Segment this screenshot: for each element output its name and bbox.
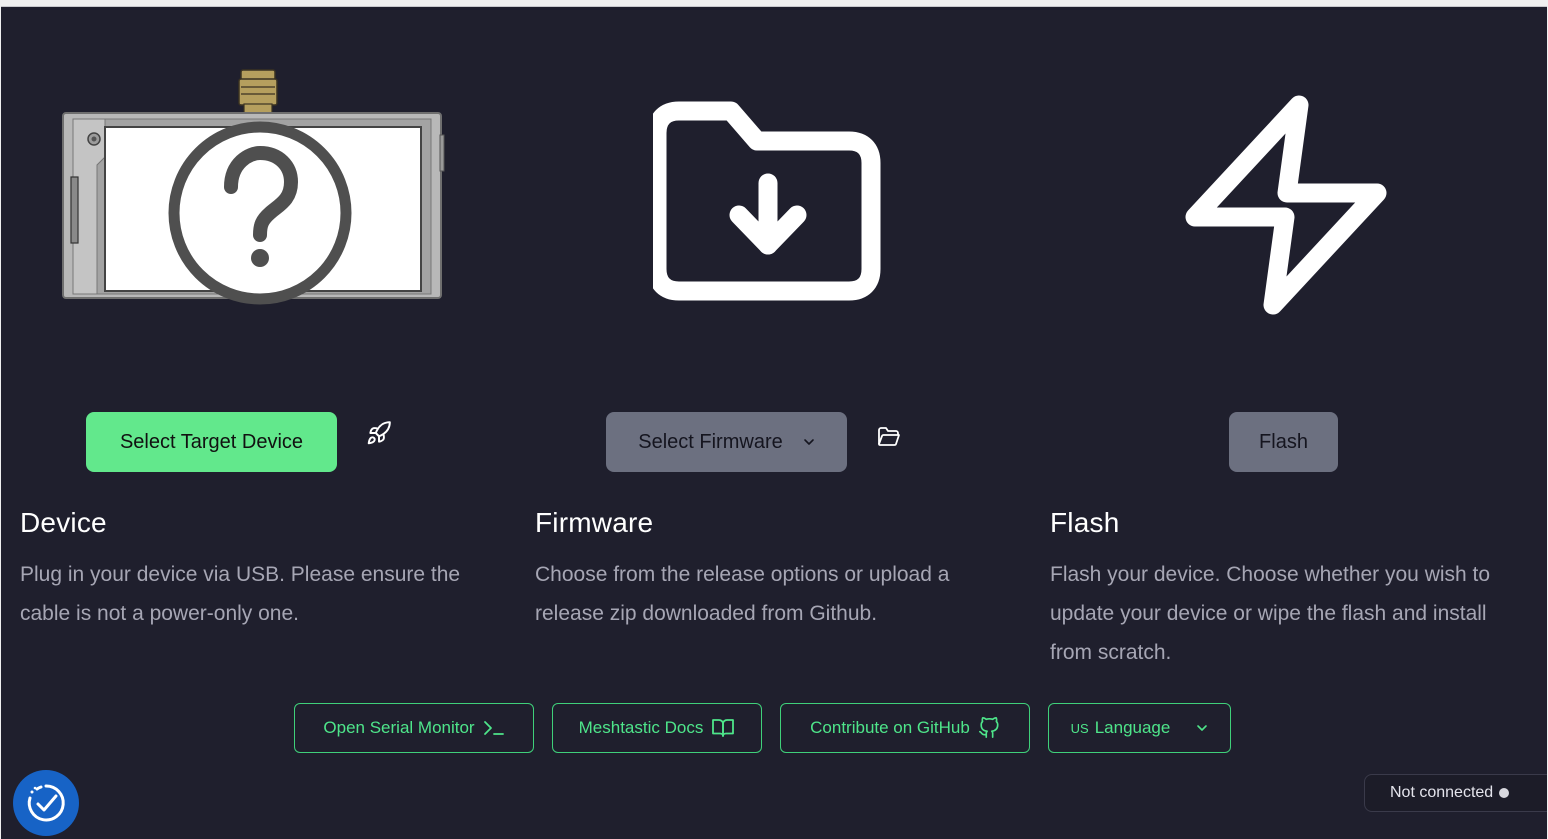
chevron-down-icon	[803, 436, 815, 448]
flasher-page: Select Target Device Select Firmware Fla…	[1, 6, 1547, 839]
folder-download-icon	[647, 99, 885, 303]
rocket-icon[interactable]	[362, 416, 396, 450]
device-description: Plug in your device via USB. Please ensu…	[20, 563, 461, 625]
select-firmware-button[interactable]: Select Firmware	[606, 412, 847, 472]
language-label: Language	[1094, 718, 1171, 737]
flash-description: Flash your device. Choose whether you wi…	[1050, 563, 1491, 664]
select-firmware-label: Select Firmware	[638, 430, 783, 453]
connection-status-badge: Not connected	[1364, 774, 1547, 812]
open-serial-monitor-label: Open Serial Monitor	[323, 718, 475, 737]
book-open-icon	[711, 718, 735, 738]
unknown-device-illustration	[59, 67, 449, 307]
language-flag: US	[1070, 720, 1089, 736]
chevron-down-icon	[1196, 722, 1208, 734]
meshtastic-docs-button[interactable]: Meshtastic Docs	[552, 703, 762, 753]
firmware-heading: Firmware	[535, 507, 654, 538]
language-select[interactable]: US Language	[1048, 703, 1231, 753]
select-target-device-button[interactable]: Select Target Device	[86, 412, 337, 472]
meshtastic-docs-label: Meshtastic Docs	[578, 718, 704, 737]
accessibility-icon	[23, 780, 69, 826]
flash-button[interactable]: Flash	[1229, 412, 1338, 472]
device-heading: Device	[20, 507, 107, 538]
terminal-icon	[483, 719, 505, 737]
firmware-description: Choose from the release options or uploa…	[535, 563, 950, 625]
lightning-bolt-icon	[1177, 91, 1393, 323]
flash-heading: Flash	[1050, 507, 1120, 538]
status-dot-icon	[1499, 788, 1510, 798]
github-icon	[978, 717, 1000, 739]
folder-open-icon[interactable]	[872, 420, 906, 454]
accessibility-widget-button[interactable]	[13, 770, 79, 836]
open-serial-monitor-button[interactable]: Open Serial Monitor	[294, 703, 534, 753]
contribute-github-button[interactable]: Contribute on GitHub	[780, 703, 1030, 753]
connection-status-text: Not connected	[1390, 784, 1494, 801]
contribute-github-label: Contribute on GitHub	[810, 718, 970, 737]
